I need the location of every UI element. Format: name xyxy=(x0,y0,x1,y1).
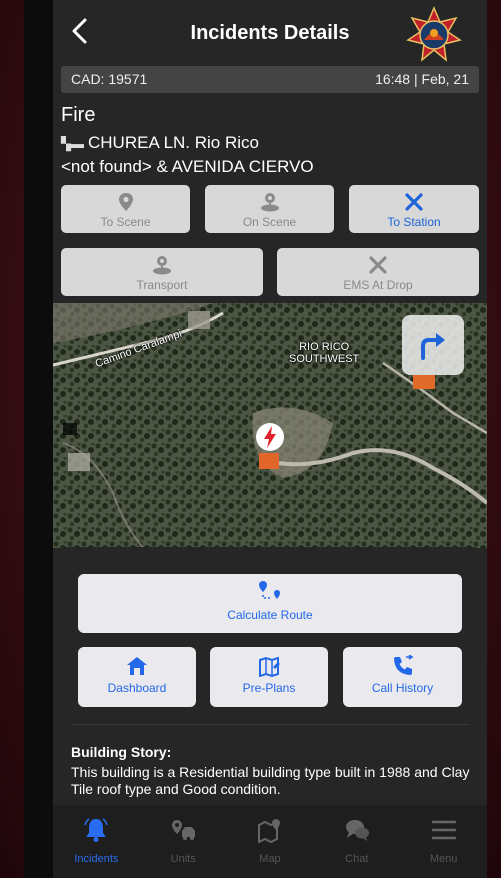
route-icon xyxy=(259,581,280,599)
to-station-label: To Station xyxy=(387,215,441,229)
menu-icon xyxy=(431,820,456,840)
units-icon xyxy=(172,820,196,840)
location-pin-icon xyxy=(118,193,133,211)
dashboard-button[interactable]: Dashboard xyxy=(78,647,196,707)
ems-at-drop-label: EMS At Drop xyxy=(343,278,413,292)
divider xyxy=(71,724,469,725)
on-scene-button[interactable]: On Scene xyxy=(205,185,334,233)
tab-incidents-label: Incidents xyxy=(74,853,119,865)
building-story-text: This building is a Residential building … xyxy=(71,764,470,797)
dashboard-label: Dashboard xyxy=(107,681,167,695)
area-label: RIO RICO SOUTHWEST xyxy=(289,341,359,365)
map-edit-icon xyxy=(259,656,280,677)
address-line-2: <not found> & AVENIDA CIERVO xyxy=(61,157,314,176)
call-history-label: Call History xyxy=(371,681,434,695)
tab-units[interactable]: Units xyxy=(140,805,227,878)
area-label-line-1: RIO RICO xyxy=(299,341,350,353)
pre-plans-label: Pre-Plans xyxy=(242,681,296,695)
incident-map[interactable]: Camino Caralampi RIO RICO SOUTHWEST xyxy=(53,303,487,548)
tab-chat-label: Chat xyxy=(345,853,369,865)
incident-type: Fire xyxy=(61,104,96,126)
close-x-icon xyxy=(405,193,423,211)
action-panel: Calculate Route Dashboard Pre-Plans Call… xyxy=(53,547,487,805)
building-story-title: Building Story: xyxy=(71,744,172,760)
fire-incident-marker-icon[interactable] xyxy=(254,421,286,453)
chat-icon xyxy=(345,820,369,841)
transport-button[interactable]: Transport xyxy=(61,248,263,296)
address-icon: ▚▬ xyxy=(61,136,84,151)
fire-department-logo xyxy=(406,6,462,62)
cad-number: CAD: 19571 xyxy=(71,71,148,87)
call-history-button[interactable]: Call History xyxy=(343,647,462,707)
bell-icon xyxy=(84,818,109,842)
directions-button[interactable] xyxy=(402,315,464,375)
tab-menu-label: Menu xyxy=(429,853,458,865)
tab-incidents[interactable]: Incidents xyxy=(53,805,140,878)
close-x-icon xyxy=(369,256,387,274)
tab-map-label: Map xyxy=(259,853,281,865)
ems-at-drop-button[interactable]: EMS At Drop xyxy=(277,248,479,296)
to-station-button[interactable]: To Station xyxy=(349,185,479,233)
tab-units-label: Units xyxy=(170,853,196,865)
pre-plans-button[interactable]: Pre-Plans xyxy=(210,647,328,707)
tab-chat[interactable]: Chat xyxy=(313,805,400,878)
address-text-1: CHUREA LN. Rio Rico xyxy=(88,133,259,152)
header: Incidents Details xyxy=(53,0,487,65)
app-screen: Incidents Details CAD: 19571 16:48 | Feb… xyxy=(53,0,487,878)
map-pin-icon xyxy=(257,819,280,843)
to-scene-button[interactable]: To Scene xyxy=(61,185,190,233)
address-line-1: ▚▬ CHUREA LN. Rio Rico xyxy=(61,133,259,153)
area-label-line-2: SOUTHWEST xyxy=(289,353,360,365)
on-scene-label: On Scene xyxy=(242,215,297,229)
tab-menu[interactable]: Menu xyxy=(400,805,487,878)
phone-icon xyxy=(393,655,413,675)
tab-bar: Incidents Units Map Chat Menu xyxy=(53,805,487,878)
person-pin-icon xyxy=(260,193,279,212)
cad-bar: CAD: 19571 16:48 | Feb, 21 xyxy=(61,66,479,93)
to-scene-label: To Scene xyxy=(100,215,151,229)
calculate-route-label: Calculate Route xyxy=(227,608,313,622)
left-edge-bar xyxy=(24,0,53,878)
turn-right-arrow-icon xyxy=(421,333,445,360)
tab-map[interactable]: Map xyxy=(227,805,314,878)
transport-label: Transport xyxy=(136,278,188,292)
home-icon xyxy=(127,657,147,675)
calculate-route-button[interactable]: Calculate Route xyxy=(78,574,462,633)
person-pin-icon xyxy=(153,256,171,275)
incident-time: 16:48 | Feb, 21 xyxy=(375,71,469,87)
